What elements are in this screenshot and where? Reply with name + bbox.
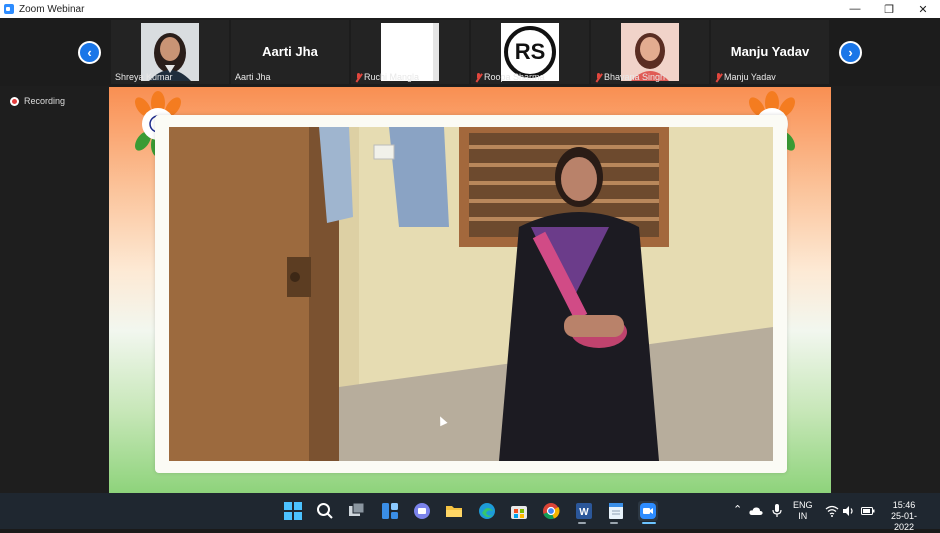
participant-tile[interactable]: Ruchi Mangla [351,20,469,84]
chat-icon[interactable] [412,501,432,521]
active-indicator [642,522,656,524]
participant-tile[interactable]: Shreya Kumar [111,20,229,84]
participant-tile[interactable]: Manju Yadav Manju Yadav [711,20,829,84]
store-icon[interactable] [509,501,529,521]
participant-tile[interactable]: Aarti Jha Aarti Jha [231,20,349,84]
microphone-icon[interactable] [769,501,785,521]
record-icon [10,96,19,106]
file-explorer-icon[interactable] [444,501,464,521]
mic-muted-icon [715,72,722,82]
restore-button[interactable]: ❐ [872,0,906,18]
onedrive-cloud-icon[interactable] [748,501,764,521]
zoom-logo-icon [4,4,14,14]
word-icon[interactable]: W [574,501,594,521]
search-icon[interactable] [315,501,335,521]
mic-muted-icon [595,72,602,82]
participant-name: Shreya Kumar [115,72,173,82]
language-indicator[interactable]: ENG IN [793,500,813,522]
recording-label: Recording [24,96,66,106]
running-indicator [578,522,586,524]
participant-display-name: Aarti Jha [262,44,318,59]
window-title: Zoom Webinar [19,3,85,15]
svg-text:W: W [579,507,589,518]
title-bar: Zoom Webinar — ❐ ✕ [0,0,940,18]
next-page-button[interactable]: › [839,41,862,64]
mic-muted-icon [475,72,482,82]
prev-page-button[interactable]: ‹ [78,41,101,64]
participant-name: Bhavana Singh [595,72,665,82]
participant-name: Ruchi Mangla [355,72,419,82]
participant-name: Roopa Sharma [475,72,545,82]
minimize-button[interactable]: — [838,0,872,18]
clock-time: 15:46 [892,500,916,510]
mic-muted-icon [355,72,362,82]
main-video[interactable] [109,87,831,493]
running-indicator [610,522,618,524]
avatar-initials: RS [504,26,556,78]
chevron-right-icon: › [848,45,853,60]
wifi-icon[interactable] [824,501,840,521]
chevron-up-icon[interactable]: ⌃ [733,505,742,516]
participant-tile[interactable]: Bhavana Singh [591,20,709,84]
recording-indicator[interactable]: Recording [10,96,65,106]
participant-name: Manju Yadav [715,72,776,82]
participant-display-name: Manju Yadav [730,44,810,59]
notepad-icon[interactable] [606,501,626,521]
participant-name: Aarti Jha [235,72,271,82]
close-button[interactable]: ✕ [906,0,940,18]
clock-date: 25-01-2022 [890,511,917,532]
video-frame [155,115,787,473]
chrome-icon[interactable] [541,501,561,521]
participant-tile[interactable]: RS Roopa Sharma [471,20,589,84]
task-view-icon[interactable] [347,501,367,521]
widgets-icon[interactable] [380,501,400,521]
volume-icon[interactable] [841,501,857,521]
battery-icon[interactable] [860,501,876,521]
start-icon[interactable] [283,501,303,521]
clock[interactable]: 15:46 25-01-2022 [884,500,924,533]
edge-icon[interactable] [477,501,497,521]
video-scene [169,127,773,461]
zoom-icon[interactable] [638,501,658,521]
chevron-left-icon: ‹ [87,45,92,60]
